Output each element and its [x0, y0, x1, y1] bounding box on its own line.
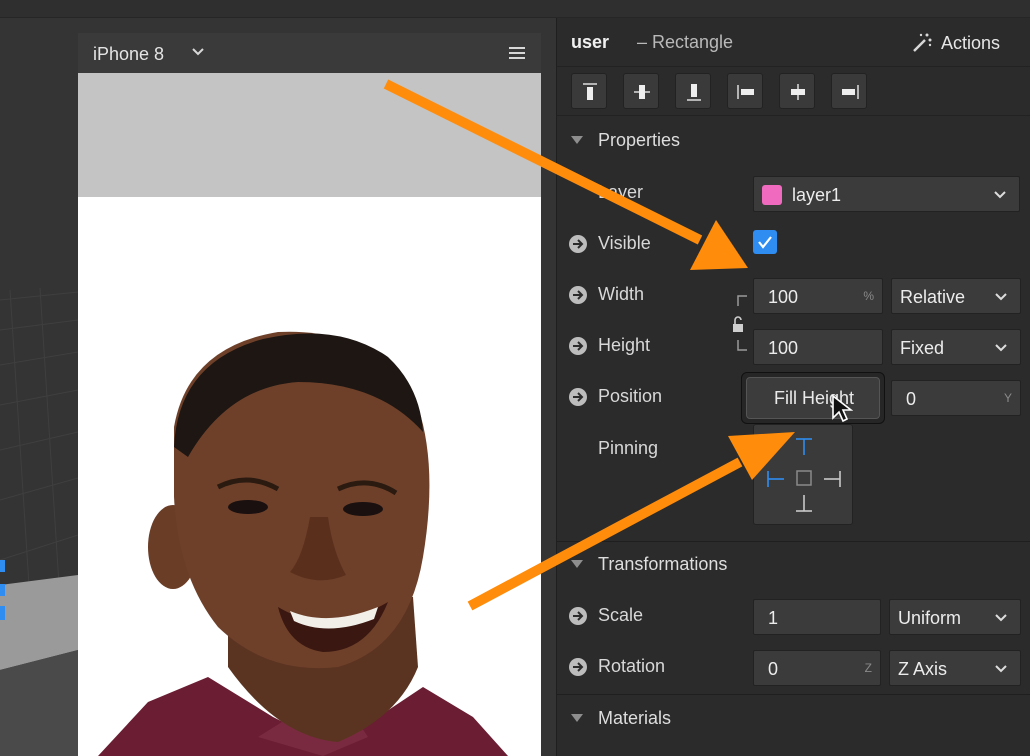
width-mode-value: Relative [900, 287, 966, 307]
layer-color-swatch [762, 185, 782, 205]
properties-section-header[interactable]: Properties [557, 118, 1030, 164]
actions-label: Actions [941, 32, 1001, 53]
layer-value: layer1 [792, 185, 842, 205]
align-horizontal-center-icon[interactable] [779, 73, 815, 109]
width-mode-select[interactable]: Relative [891, 278, 1021, 314]
transformations-section-header[interactable]: Transformations [557, 542, 1030, 588]
arrow-right-circle-icon[interactable] [569, 286, 587, 304]
arrow-right-circle-icon[interactable] [569, 388, 587, 406]
person-photo [98, 331, 508, 756]
arrow-right-circle-icon[interactable] [569, 607, 587, 625]
pinning-widget[interactable] [753, 424, 853, 525]
chevron-down-icon[interactable] [190, 44, 206, 60]
materials-section-header[interactable]: Materials [557, 696, 1030, 742]
arrow-right-circle-icon[interactable] [569, 235, 587, 253]
height-label: Height [598, 335, 651, 355]
scale-mode-value: Uniform [898, 608, 962, 628]
actions-button[interactable]: Actions [911, 30, 1000, 56]
pinning-diagram-icon [767, 438, 841, 512]
arrow-right-circle-icon[interactable] [569, 337, 587, 355]
rotation-axis-value: Z Axis [898, 659, 948, 679]
fill-height-button-face: Fill Height [746, 377, 880, 419]
device-header: iPhone 8 [78, 33, 541, 73]
mouse-cursor-icon [832, 394, 853, 423]
width-unit: % [863, 289, 874, 303]
lock-icon[interactable] [731, 294, 751, 352]
object-name[interactable]: user [571, 32, 609, 53]
chevron-down-icon [995, 293, 1007, 301]
layer-label: Layer [598, 182, 644, 202]
align-top-icon[interactable] [571, 73, 607, 109]
rotation-label: Rotation [598, 656, 666, 676]
device-name[interactable]: iPhone 8 [93, 44, 164, 65]
align-vertical-center-icon[interactable] [623, 73, 659, 109]
object-type: – Rectangle [637, 32, 734, 52]
scale-value: 1 [768, 608, 779, 628]
inspector-panel: user – Rectangle Actions Properties Laye… [556, 18, 1030, 756]
magic-wand-icon [913, 33, 932, 52]
device-preview: iPhone 8 [78, 33, 541, 756]
layer-select[interactable]: layer1 [753, 176, 1020, 212]
rotation-axis-select[interactable]: Z Axis [889, 650, 1021, 686]
align-bottom-icon[interactable] [675, 73, 711, 109]
rotation-unit: Z [864, 661, 872, 675]
visible-checkbox[interactable] [753, 230, 777, 254]
chevron-down-icon [995, 614, 1007, 622]
width-value: 100 [768, 287, 799, 307]
pinning-label: Pinning [598, 438, 659, 458]
fill-height-label: Fill Height [773, 388, 855, 408]
align-right-icon[interactable] [831, 73, 867, 109]
chevron-down-icon [995, 344, 1007, 352]
position-y-value: 0 [906, 389, 917, 409]
checkmark-icon [758, 236, 772, 249]
height-mode-select[interactable]: Fixed [891, 329, 1021, 365]
height-value: 100 [768, 338, 799, 358]
visible-label: Visible [598, 233, 651, 253]
menu-icon[interactable] [508, 45, 526, 61]
collapse-triangle-icon [571, 136, 583, 144]
height-mode-value: Fixed [900, 338, 945, 358]
width-label: Width [598, 284, 645, 304]
scale-input[interactable]: 1 [753, 599, 881, 635]
rotation-input[interactable]: 0 Z [753, 650, 881, 686]
chevron-down-icon [994, 191, 1006, 199]
scale-mode-select[interactable]: Uniform [889, 599, 1021, 635]
position-y-unit: Y [1003, 391, 1012, 405]
position-label: Position [598, 386, 663, 406]
selection-handles [0, 560, 5, 620]
materials-title: Materials [598, 708, 672, 728]
arrow-right-circle-icon[interactable] [569, 658, 587, 676]
scale-label: Scale [598, 605, 644, 625]
align-left-icon[interactable] [727, 73, 763, 109]
fill-height-button[interactable]: Fill Height [741, 372, 885, 424]
chevron-down-icon [995, 665, 1007, 673]
viewport-3d[interactable]: iPhone 8 [0, 0, 556, 756]
collapse-triangle-icon [571, 560, 583, 568]
device-status-area [78, 73, 541, 197]
height-input[interactable]: 100 [753, 329, 883, 365]
width-input[interactable]: 100 % [753, 278, 883, 314]
alignment-toolbar [557, 66, 1030, 116]
rotation-value: 0 [768, 659, 779, 679]
collapse-triangle-icon [571, 714, 583, 722]
top-bar [0, 0, 1030, 18]
transformations-title: Transformations [598, 554, 728, 574]
position-y-input[interactable]: 0 Y [891, 380, 1021, 416]
section-divider [557, 694, 1030, 695]
properties-title: Properties [598, 130, 681, 150]
